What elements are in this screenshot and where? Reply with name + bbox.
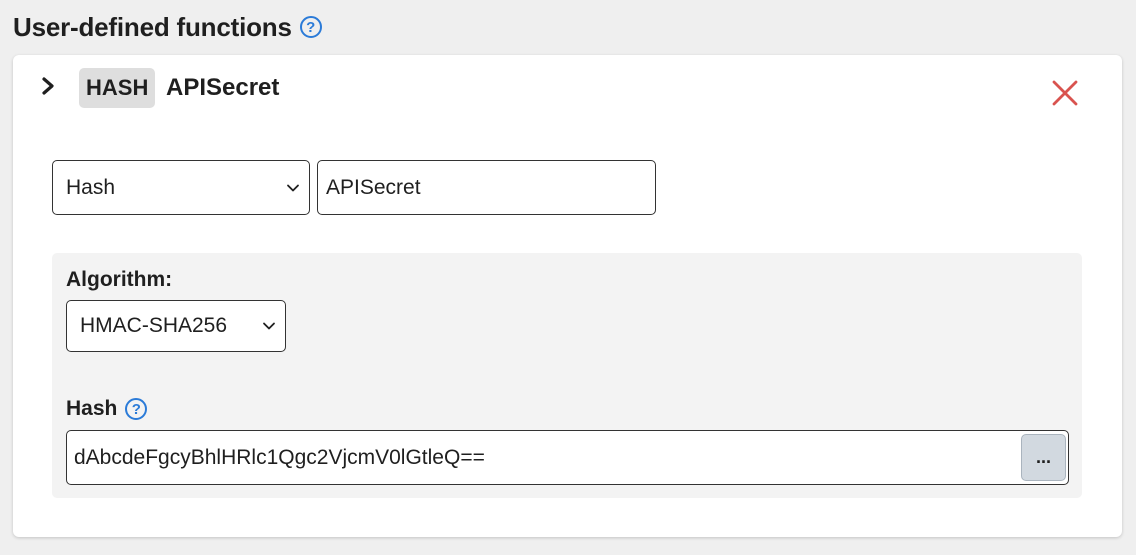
algorithm-select-value: HMAC-SHA256 [80, 314, 228, 337]
chevron-down-icon [287, 184, 299, 191]
algorithm-label-text: Algorithm: [66, 268, 173, 291]
hash-options-button[interactable]: ... [1021, 434, 1066, 481]
function-card: HASH APISecret Hash APISecret Algorithm:… [13, 55, 1122, 537]
help-icon[interactable]: ? [125, 398, 148, 420]
function-type-select[interactable]: Hash [52, 160, 310, 215]
algorithm-label: Algorithm: [66, 266, 172, 294]
function-type-badge: HASH [79, 68, 156, 108]
function-name-input[interactable]: APISecret [317, 160, 656, 215]
close-icon[interactable] [1051, 79, 1079, 107]
help-icon[interactable]: ? [299, 16, 322, 38]
hash-input-value: dAbcdeFgcyBhlHRlc1Qgc2VjcmV0lGtleQ== [74, 445, 485, 469]
function-parameters-panel: Algorithm: HMAC-SHA256 Hash ? dAbcdeFgcy… [52, 253, 1082, 498]
hash-label: Hash ? [66, 395, 148, 423]
chevron-down-icon [263, 322, 275, 330]
section-title: User-defined functions [13, 11, 292, 42]
algorithm-select[interactable]: HMAC-SHA256 [66, 300, 286, 352]
section-header: User-defined functions ? [13, 8, 322, 46]
hash-input[interactable]: dAbcdeFgcyBhlHRlc1Qgc2VjcmV0lGtleQ== ... [66, 430, 1069, 485]
function-type-select-value: Hash [66, 175, 116, 199]
chevron-right-icon[interactable] [37, 75, 59, 97]
hash-label-text: Hash [66, 397, 118, 420]
function-name-heading: APISecret [166, 74, 280, 101]
